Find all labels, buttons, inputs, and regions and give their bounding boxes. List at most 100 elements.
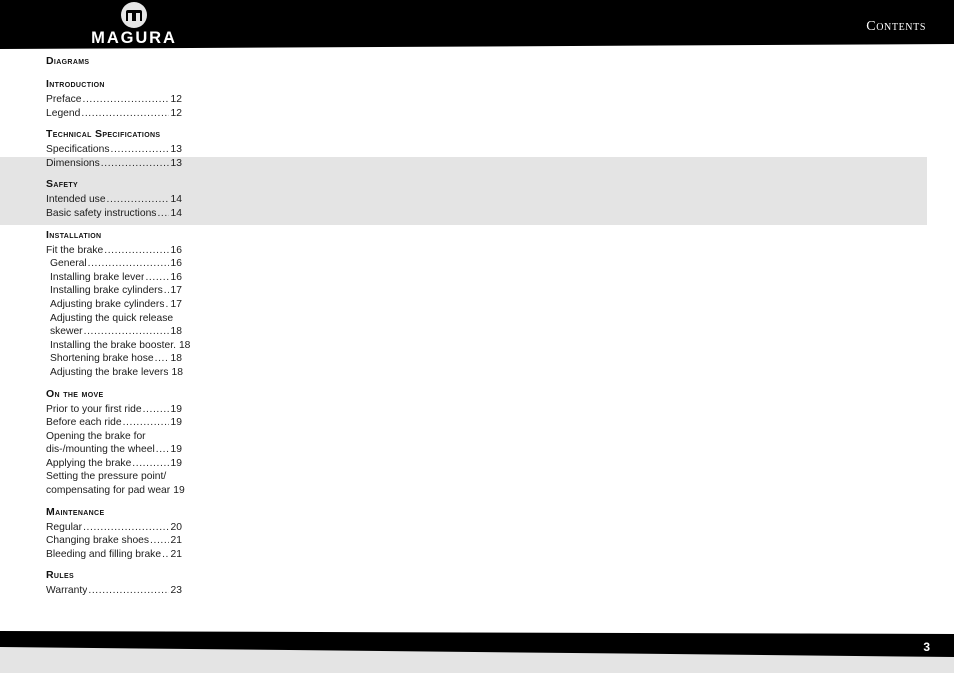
toc-entry-label: Warranty [46,585,88,597]
toc-group: Diagrams [46,54,182,70]
toc-entry[interactable]: Legend..................................… [46,107,182,121]
toc-entry-page-number: 16 [170,271,182,283]
toc-entry-page-number: 23 [170,585,182,597]
toc-entry-page-number: 21 [170,548,182,560]
toc-entry[interactable]: Changing brake shoes....................… [46,534,182,548]
toc-entry-label: Dimensions [46,157,100,169]
toc-entry[interactable]: Opening the brake for...................… [46,430,182,444]
toc-entry-label: Installing brake lever [50,271,145,283]
toc-group-heading: Safety [46,178,79,191]
toc-entry-dot-leader: ........................................… [150,535,168,547]
toc-group-heading: Installation [46,228,102,241]
toc-entry-dot-leader: ........................................… [82,94,169,105]
toc-entry-page-number: 18 [171,366,183,378]
toc-group-spacer [46,498,182,505]
toc-entry[interactable]: compensating for pad wear 19 [46,484,185,498]
toc-entry-dot-leader: ........................................… [162,548,168,560]
toc-entry-page-number: 14 [170,207,182,219]
toc-entry-page-number: 12 [170,94,182,105]
toc-group-spacer [46,170,182,177]
toc-group-heading: Introduction [46,78,105,90]
toc-entry-label: Adjusting brake cylinders [50,298,165,310]
toc-entry-label: skewer [50,326,83,338]
toc-entry-dot-leader: ........................................… [157,207,168,219]
toc-entry-label: Intended use [46,194,106,206]
toc-entry-page-number: 17 [170,298,182,310]
toc-entry-page-number: 16 [170,258,182,270]
toc-entry[interactable]: Intended use............................… [46,193,182,207]
toc-entry[interactable]: Prior to your first ride................… [46,403,182,417]
toc-entry[interactable]: Adjusting the brake levers..............… [46,366,183,380]
toc-entry[interactable]: Installing brake lever..................… [46,271,182,285]
toc-entry-page-number: 21 [170,535,182,547]
toc-entry-page-number: 20 [170,521,182,533]
toc-entry-dot-leader: ........................................… [142,403,169,415]
toc-entry-page-number: 13 [170,157,182,169]
toc-group-spacer [46,561,182,568]
toc-entry[interactable]: Fit the brake...........................… [46,244,182,258]
toc-group-heading: On the move [46,387,104,400]
toc-group: Maintenance Regular......................… [46,498,182,562]
toc-entry[interactable]: Regular.................................… [46,521,182,535]
toc-entry[interactable]: Applying the brake......................… [46,457,182,471]
toc-group: Safety Intended use......................… [46,170,182,220]
toc-entry-dot-leader: ........................................… [81,107,168,119]
toc-entry[interactable]: Adjusting the quick release.............… [46,312,182,326]
toc-entry-page-number: 19 [170,417,182,429]
toc-entry-label: General [50,258,87,270]
toc-entry[interactable]: Installing the brake booster............… [46,339,190,353]
toc-entry-label: dis-/mounting the wheel [46,444,155,456]
toc-entry[interactable]: Preface.................................… [46,93,182,107]
toc-group: Introduction Preface.....................… [46,70,182,120]
toc-entry-page-number: 18 [170,326,182,338]
toc-entry-label: Legend [46,107,81,119]
toc-entry-label: Basic safety instructions [46,207,157,219]
toc-entry-label: Installing brake cylinders [50,285,163,297]
toc-entry-dot-leader: ........................................… [145,271,169,283]
toc-entry[interactable]: General.................................… [46,257,182,271]
toc-entry-dot-leader: ........................................… [165,298,168,312]
toc-entry-label: Adjusting the brake levers [50,366,169,378]
toc-entry[interactable]: Setting the pressure point/.............… [46,470,182,484]
toc-entry[interactable]: Basic safety instructions...............… [46,207,182,221]
toc-group-heading: Rules [46,569,75,582]
toc-entry[interactable]: Bleeding and filling brake..............… [46,548,182,562]
toc-entry-page-number: 13 [170,144,182,156]
toc-group-heading: Technical Specifications [46,128,161,141]
toc-entry-dot-leader: ........................................… [122,417,169,429]
toc-entry-label: Regular [46,521,83,533]
toc-entry-page-number: 17 [170,285,182,297]
toc-entry-label: Shortening brake hose [50,353,154,365]
toc-entry-dot-leader: ........................................… [155,444,169,456]
toc-entry-label: Adjusting the quick release [50,312,174,324]
toc-group-spacer [46,120,182,127]
toc-entry[interactable]: Shortening brake hose...................… [46,352,182,366]
toc-group-spacer [46,70,182,77]
toc-entry-dot-leader: ........................................… [83,521,169,533]
table-of-contents: Diagrams Introduction Preface.............… [46,54,190,598]
toc-entry-label: Applying the brake [46,457,132,469]
toc-entry-page-number: 19 [170,403,182,415]
toc-entry[interactable]: Specifications..........................… [46,143,182,157]
toc-entry[interactable]: skewer..................................… [46,325,182,339]
toc-entry-page-number: 18 [178,339,191,351]
toc-entry-dot-leader: ........................................… [106,194,169,206]
toc-entry-page-number: 16 [170,244,182,256]
toc-entry-label: Opening the brake for [46,430,146,442]
toc-entry[interactable]: dis-/mounting the wheel.................… [46,443,182,457]
toc-entry-dot-leader: ........................................… [110,144,169,156]
toc-entry-page-number: 18 [170,353,182,365]
toc-entry-page-number: 14 [170,194,182,206]
toc-entry[interactable]: Dimensions..............................… [46,157,182,171]
toc-entry-dot-leader: ........................................… [163,285,169,297]
toc-group-heading: Maintenance [46,505,105,518]
toc-entry[interactable]: Warranty................................… [46,584,182,598]
toc-entry[interactable]: Installing brake cylinders..............… [46,284,182,298]
toc-entry-dot-leader: ........................................… [104,244,168,256]
toc-entry-label: Specifications [46,144,110,156]
toc-entry-dot-leader: ........................................… [132,457,168,469]
toc-group: Technical Specifications Specifications..… [46,120,182,170]
toc-group: Rules Warranty...........................… [46,561,182,598]
toc-entry[interactable]: Before each ride........................… [46,416,182,430]
toc-entry[interactable]: Adjusting brake cylinders...............… [46,298,182,312]
